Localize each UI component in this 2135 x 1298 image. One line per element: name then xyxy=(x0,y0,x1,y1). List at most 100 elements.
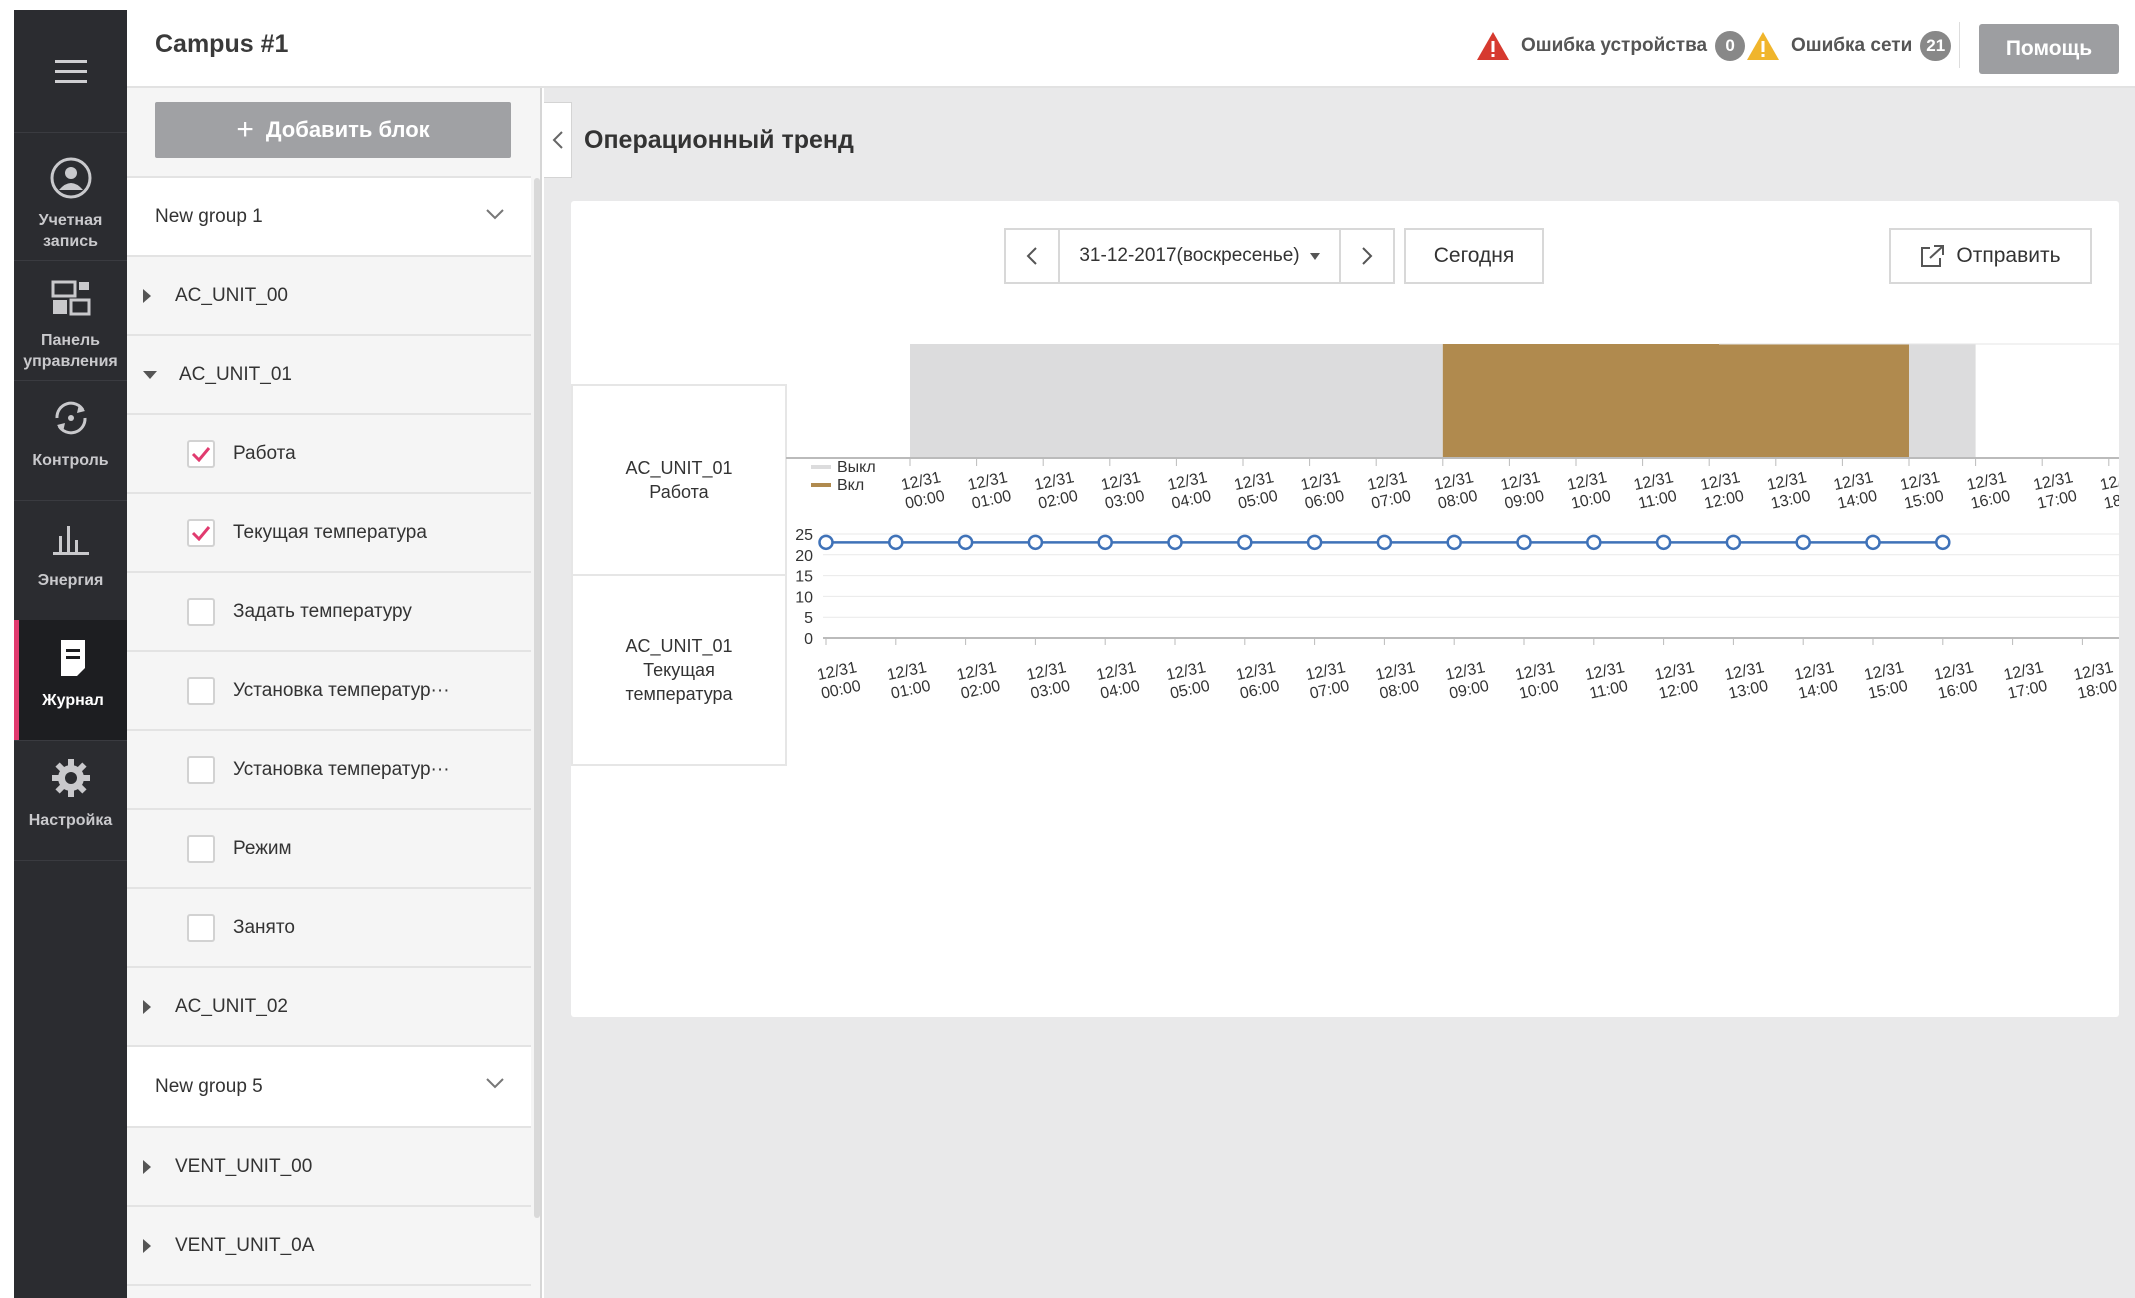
tree-attr-occupied[interactable]: Занято xyxy=(127,889,531,968)
nav-item-journal[interactable]: Журнал xyxy=(14,620,127,740)
legend-label-on: Вкл xyxy=(837,477,864,494)
attr-label: Режим xyxy=(233,837,292,859)
legend-swatch-on xyxy=(811,483,831,487)
state-segment-2 xyxy=(1909,344,1976,458)
trend-card: 31-12-2017(воскресенье) Сегодня Отправит… xyxy=(571,201,2119,1017)
temp-x-tick-label: 12/3114:00 xyxy=(1793,659,1840,703)
network-error-label: Ошибка сети xyxy=(1791,35,1913,56)
state-x-tick-label: 12/3116:00 xyxy=(1965,469,2012,513)
state-x-tick-label: 12/3112:00 xyxy=(1699,469,1746,513)
temp-x-tick-label: 12/3109:00 xyxy=(1444,659,1491,703)
unit-label: AC_UNIT_01 xyxy=(179,363,292,385)
checkbox-unchecked[interactable] xyxy=(187,597,215,626)
network-error-indicator[interactable]: Ошибка сети 21 xyxy=(1745,30,1952,62)
temp-data-point xyxy=(1306,534,1323,551)
chevron-down-icon xyxy=(486,1078,504,1089)
checkbox-unchecked[interactable] xyxy=(187,834,215,863)
attr-label: Занято xyxy=(233,916,295,938)
checkbox-unchecked[interactable] xyxy=(187,676,215,705)
tree-scrollbar[interactable] xyxy=(534,178,540,1218)
state-x-tick-label: 12/3106:00 xyxy=(1299,469,1346,513)
unit-label: AC_UNIT_02 xyxy=(175,995,288,1017)
state-x-tick-label: 12/3102:00 xyxy=(1033,469,1080,513)
state-x-tick-label: 12/3111:00 xyxy=(1632,469,1679,513)
legend-swatch-off xyxy=(811,465,831,469)
tree-unit-vent-unit-0a[interactable]: VENT_UNIT_0A xyxy=(127,1207,531,1286)
temp-x-tick-label: 12/3112:00 xyxy=(1653,659,1700,703)
menu-icon[interactable] xyxy=(14,10,127,132)
nav-item-settings[interactable]: Настройка xyxy=(14,740,127,860)
legend-label-off: Выкл xyxy=(837,459,876,476)
account-icon xyxy=(50,157,91,199)
state-x-tick-label: 12/3113:00 xyxy=(1766,469,1813,513)
checkbox-checked[interactable] xyxy=(187,439,215,468)
nav-item-energy[interactable]: Энергия xyxy=(14,500,127,620)
tree-unit-ac-unit-01[interactable]: AC_UNIT_01 xyxy=(127,336,531,415)
nav-item-dashboard[interactable]: Панель управления xyxy=(14,260,127,380)
tree-unit-ac-unit-00[interactable]: AC_UNIT_00 xyxy=(127,257,531,336)
temp-x-tick-label: 12/3116:00 xyxy=(1933,659,1980,703)
attr-label: Текущая температура xyxy=(233,521,427,543)
temp-data-point xyxy=(1935,534,1951,551)
attr-label: Установка температур··· xyxy=(233,758,450,780)
temp-data-point xyxy=(818,534,834,551)
tree-attr-mode[interactable]: Режим xyxy=(127,810,531,889)
state-x-tick-label: 12/3117:00 xyxy=(2032,469,2079,513)
app-window: Учетная запись Панель управления Контрол… xyxy=(0,0,2135,1298)
temp-data-point xyxy=(888,534,904,551)
tree-group-1[interactable]: New group 1 xyxy=(127,176,531,257)
temp-x-tick-label: 12/3103:00 xyxy=(1025,659,1072,703)
expand-arrow-icon[interactable] xyxy=(143,1159,151,1174)
plus-icon: + xyxy=(236,113,254,146)
group-label: New group 1 xyxy=(155,205,263,227)
checkbox-unchecked[interactable] xyxy=(187,913,215,942)
temp-y-tick-label: 10 xyxy=(795,589,813,606)
site-title: Campus #1 xyxy=(155,30,289,58)
device-error-label: Ошибка устройства xyxy=(1521,35,1708,56)
chevron-down-icon xyxy=(486,209,504,220)
group-label: New group 5 xyxy=(155,1075,263,1097)
state-x-tick-label: 12/3100:00 xyxy=(900,469,947,513)
tree-attr-current-temp[interactable]: Текущая температура xyxy=(127,494,531,573)
nav-item-control[interactable]: Контроль xyxy=(14,380,127,500)
unit-label: VENT_UNIT_0A xyxy=(175,1234,315,1256)
device-error-indicator[interactable]: Ошибка устройства 0 xyxy=(1475,30,1746,62)
collapse-panel-button[interactable] xyxy=(544,102,572,178)
temp-x-tick-label: 12/3118:00 xyxy=(2072,659,2119,703)
checkbox-unchecked[interactable] xyxy=(187,755,215,784)
expand-arrow-icon[interactable] xyxy=(143,288,151,303)
unit-label: AC_UNIT_00 xyxy=(175,284,288,306)
tree-attr-set-temp[interactable]: Задать температуру xyxy=(127,573,531,652)
expand-arrow-icon[interactable] xyxy=(143,999,151,1014)
temp-y-tick-label: 25 xyxy=(795,527,813,544)
expand-arrow-icon[interactable] xyxy=(143,1238,151,1253)
temp-x-tick-label: 12/3117:00 xyxy=(2002,659,2049,703)
unit-label: VENT_UNIT_00 xyxy=(175,1155,313,1177)
nav-item-account[interactable]: Учетная запись xyxy=(14,140,127,260)
temp-data-point xyxy=(1376,534,1393,551)
state-x-tick-label: 12/3108:00 xyxy=(1433,469,1480,513)
temp-data-point xyxy=(1027,534,1044,551)
main-content: Операционный тренд 31-12-2017(воскресень… xyxy=(544,88,2135,1298)
tree-attr-temp-setting-2[interactable]: Установка температур··· xyxy=(127,731,531,810)
temp-x-tick-label: 12/3115:00 xyxy=(1863,659,1910,703)
temp-x-tick-label: 12/3102:00 xyxy=(955,659,1002,703)
checkbox-checked[interactable] xyxy=(187,518,215,547)
energy-icon xyxy=(52,526,89,555)
add-block-button[interactable]: + Добавить блок xyxy=(155,102,511,158)
attr-label: Задать температуру xyxy=(233,600,412,622)
nav-label-energy: Энергия xyxy=(37,572,104,589)
attr-label: Установка температур··· xyxy=(233,679,450,701)
tree-attr-work[interactable]: Работа xyxy=(127,415,531,494)
top-header: Campus #1 Ошибка устройства 0 Ошибка сет… xyxy=(127,0,2135,88)
tree-unit-ac-unit-02[interactable]: AC_UNIT_02 xyxy=(127,968,531,1047)
collapse-arrow-icon[interactable] xyxy=(143,370,157,379)
temp-data-point xyxy=(1446,534,1462,551)
temp-x-tick-label: 12/3100:00 xyxy=(816,659,863,703)
tree-attr-temp-setting-1[interactable]: Установка температур··· xyxy=(127,652,531,731)
tree-group-5[interactable]: New group 5 xyxy=(127,1047,531,1128)
temp-y-tick-label: 0 xyxy=(804,631,813,648)
nav-label-journal: Журнал xyxy=(42,692,104,709)
tree-unit-vent-unit-00[interactable]: VENT_UNIT_00 xyxy=(127,1128,531,1207)
help-button[interactable]: Помощь xyxy=(1979,24,2119,74)
